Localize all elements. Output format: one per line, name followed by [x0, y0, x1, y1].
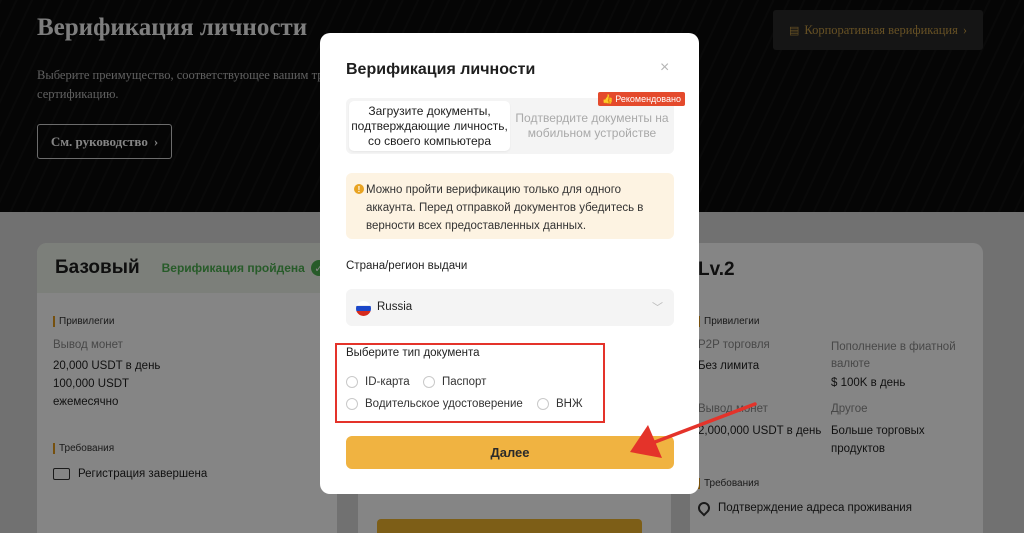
annotation-arrow — [630, 402, 757, 458]
